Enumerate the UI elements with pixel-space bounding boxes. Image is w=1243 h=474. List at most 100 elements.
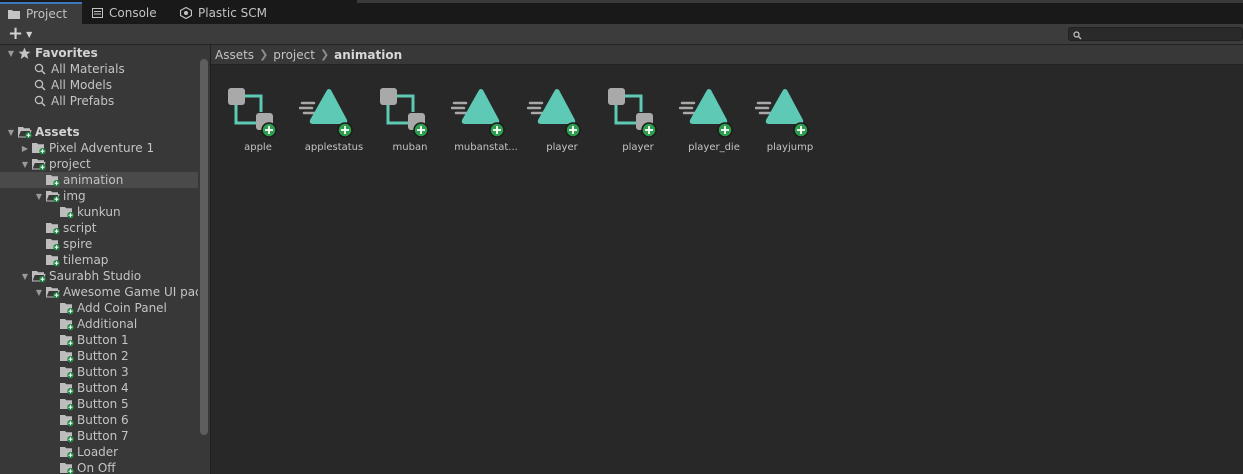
chevron-right-icon: ❯ bbox=[319, 48, 330, 61]
folder-icon bbox=[60, 446, 75, 459]
folder-icon bbox=[60, 302, 75, 315]
folder-icon bbox=[60, 318, 75, 331]
tree-item-label: tilemap bbox=[63, 253, 109, 267]
tree-item-button-4[interactable]: Button 4 bbox=[0, 380, 210, 396]
folder-icon bbox=[60, 414, 75, 427]
tree-item-spire[interactable]: spire bbox=[0, 236, 210, 252]
folder-icon bbox=[60, 430, 75, 443]
tree-item-button-7[interactable]: Button 7 bbox=[0, 428, 210, 444]
scrollbar-thumb[interactable] bbox=[200, 59, 208, 435]
asset-item[interactable]: player bbox=[603, 82, 679, 162]
asset-grid[interactable]: apple applestatus muban mubanstat... player p… bbox=[211, 66, 1243, 474]
tree-item-pixel-adventure-1[interactable]: ▶ Pixel Adventure 1 bbox=[0, 140, 210, 156]
tree-item-button-5[interactable]: Button 5 bbox=[0, 396, 210, 412]
folder-tree[interactable]: ▼ Favorites All Materials All Models All Pre… bbox=[0, 45, 210, 474]
chevron-down-icon: ▼ bbox=[26, 29, 33, 39]
tree-item-label: Button 4 bbox=[77, 381, 129, 395]
asset-name: player_die bbox=[688, 142, 740, 153]
expand-down-icon[interactable]: ▼ bbox=[20, 160, 30, 169]
folder-icon bbox=[60, 382, 75, 395]
tree-item-label: Button 7 bbox=[77, 429, 129, 443]
asset-item[interactable]: mubanstat... bbox=[450, 82, 527, 162]
animator-controller-icon bbox=[223, 84, 277, 138]
tree-item-label: script bbox=[63, 221, 97, 235]
breadcrumb: Assets ❯ project ❯ animation bbox=[211, 45, 1243, 65]
tree-item-saurabh-studio[interactable]: ▼ Saurabh Studio bbox=[0, 268, 210, 284]
expand-down-icon[interactable]: ▼ bbox=[34, 288, 44, 297]
expand-down-icon[interactable]: ▼ bbox=[6, 49, 16, 58]
asset-name: applestatus bbox=[304, 142, 364, 153]
search-field[interactable] bbox=[1068, 27, 1243, 41]
tree-item-add-coin-panel[interactable]: Add Coin Panel bbox=[0, 300, 210, 316]
tree-item-label: Loader bbox=[77, 445, 119, 459]
tab-project[interactable]: Project bbox=[0, 2, 82, 24]
window-tab-bar: Project Console Plastic SCM bbox=[0, 0, 1243, 24]
search-icon bbox=[1073, 29, 1082, 43]
tree-item-project[interactable]: ▼ project bbox=[0, 156, 210, 172]
tab-bar-divider bbox=[357, 0, 1243, 3]
asset-item[interactable]: apple bbox=[223, 82, 299, 162]
folder-icon bbox=[46, 254, 61, 267]
tree-item-assets[interactable]: ▼ Assets bbox=[0, 124, 203, 140]
asset-item[interactable]: player_die bbox=[678, 82, 755, 162]
tree-item-label: Button 3 bbox=[77, 365, 129, 379]
animator-controller-icon bbox=[375, 84, 429, 138]
tree-item-all-materials[interactable]: All Materials bbox=[0, 61, 210, 77]
expand-right-icon[interactable]: ▶ bbox=[20, 144, 30, 153]
expand-down-icon[interactable]: ▼ bbox=[20, 272, 30, 281]
tree-item-label: All Prefabs bbox=[51, 94, 115, 108]
tree-item-label: Additional bbox=[77, 317, 138, 331]
tree-item-label: Pixel Adventure 1 bbox=[49, 141, 155, 155]
tree-item-additional[interactable]: Additional bbox=[0, 316, 210, 332]
tree-item-awesome-game-ui-pac[interactable]: ▼ Awesome Game UI pac bbox=[0, 284, 210, 300]
breadcrumb-project[interactable]: project bbox=[273, 48, 315, 62]
plus-icon: + bbox=[8, 23, 24, 44]
tree-item-kunkun[interactable]: kunkun bbox=[0, 204, 210, 220]
tab-console[interactable]: Console bbox=[84, 2, 172, 24]
tree-item-img[interactable]: ▼ img bbox=[0, 188, 210, 204]
tree-item-label: Saurabh Studio bbox=[49, 269, 142, 283]
tree-item-animation[interactable]: animation bbox=[0, 172, 210, 188]
breadcrumb-assets[interactable]: Assets bbox=[215, 48, 254, 62]
asset-name: mubanstat... bbox=[454, 142, 518, 153]
asset-item[interactable]: muban bbox=[375, 82, 451, 162]
asset-item[interactable]: applestatus bbox=[298, 82, 375, 162]
tree-item-script[interactable]: script bbox=[0, 220, 210, 236]
tree-item-label: Button 2 bbox=[77, 349, 129, 363]
folder-icon bbox=[46, 222, 61, 235]
folder-icon bbox=[46, 174, 61, 187]
tree-item-all-prefabs[interactable]: All Prefabs bbox=[0, 93, 210, 109]
folder-icon bbox=[60, 366, 75, 379]
asset-item[interactable]: playjump bbox=[754, 82, 831, 162]
tab-plastic-scm[interactable]: Plastic SCM bbox=[172, 2, 277, 24]
tree-item-label: Add Coin Panel bbox=[77, 301, 167, 315]
folder-open-icon bbox=[17, 126, 33, 139]
folder-icon bbox=[60, 350, 75, 363]
tree-item-label: Button 5 bbox=[77, 397, 129, 411]
tree-item-button-1[interactable]: Button 1 bbox=[0, 332, 210, 348]
tree-item-favorites[interactable]: ▼ Favorites bbox=[0, 45, 203, 61]
tree-item-tilemap[interactable]: tilemap bbox=[0, 252, 210, 268]
console-icon bbox=[92, 8, 103, 18]
tree-item-button-3[interactable]: Button 3 bbox=[0, 364, 210, 380]
tree-item-button-6[interactable]: Button 6 bbox=[0, 412, 210, 428]
asset-item[interactable]: player bbox=[526, 82, 603, 162]
folder-open-icon bbox=[31, 158, 47, 171]
tree-item-all-models[interactable]: All Models bbox=[0, 77, 210, 93]
asset-name: player bbox=[622, 142, 654, 153]
tree-item-button-2[interactable]: Button 2 bbox=[0, 348, 210, 364]
breadcrumb-animation[interactable]: animation bbox=[334, 48, 402, 62]
tree-item-loader[interactable]: Loader bbox=[0, 444, 210, 460]
expand-down-icon[interactable]: ▼ bbox=[6, 128, 16, 137]
expand-down-icon[interactable]: ▼ bbox=[34, 192, 44, 201]
create-button[interactable]: + ▼ bbox=[8, 23, 33, 44]
folder-icon bbox=[60, 398, 75, 411]
folder-icon bbox=[60, 206, 75, 219]
tree-item-on-off[interactable]: On Off bbox=[0, 460, 210, 474]
tree-item-label: project bbox=[49, 157, 91, 171]
animation-clip-icon bbox=[526, 84, 581, 138]
search-icon bbox=[34, 95, 49, 108]
folder-icon bbox=[46, 238, 61, 251]
tree-item-label: Button 6 bbox=[77, 413, 129, 427]
animation-clip-icon bbox=[450, 84, 505, 138]
